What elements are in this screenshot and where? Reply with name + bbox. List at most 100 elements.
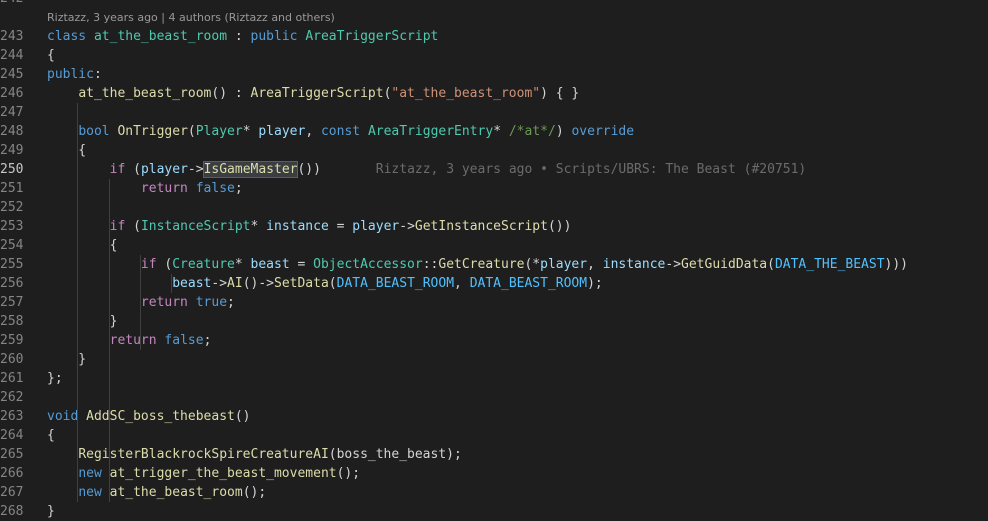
code-token: *: [250, 219, 267, 234]
code-line: 258 }: [0, 312, 988, 331]
code-token: DATA_BEAST_ROOM: [469, 276, 588, 291]
code-token: ()->: [242, 276, 274, 291]
line-number: 248: [0, 124, 24, 139]
code-line: 246 at_the_beast_room() : AreaTriggerScr…: [0, 84, 988, 103]
code-text[interactable]: bool OnTrigger(Player* player, const Are…: [47, 122, 634, 141]
line-number: 263: [0, 409, 24, 424]
code-token: :: [227, 29, 251, 44]
code-line: 248 bool OnTrigger(Player* player, const…: [0, 122, 988, 141]
code-token: player: [352, 219, 400, 234]
code-editor[interactable]: 242 Riztazz, 3 years ago | 4 authors (Riz…: [0, 0, 988, 521]
code-token: ();: [242, 485, 267, 500]
code-token: {: [47, 238, 118, 253]
code-token: ;: [234, 181, 243, 196]
code-token: if: [109, 162, 126, 177]
code-token: instance: [266, 219, 329, 234]
code-text[interactable]: if (Creature* beast = ObjectAccessor::Ge…: [47, 255, 908, 274]
code-text[interactable]: return false;: [47, 331, 212, 350]
code-line: 252: [0, 198, 988, 217]
code-token: bool: [78, 124, 118, 139]
code-text[interactable]: public:: [47, 65, 102, 84]
code-token: ();: [336, 466, 361, 481]
code-text[interactable]: }: [47, 502, 55, 521]
code-token: class: [47, 29, 94, 44]
code-token: const: [320, 124, 368, 139]
code-line: 260 }: [0, 350, 988, 369]
code-text[interactable]: beast->AI()->SetData(DATA_BEAST_ROOM, DA…: [47, 274, 603, 293]
code-line: 255 if (Creature* beast = ObjectAccessor…: [0, 255, 988, 274]
line-number: 266: [0, 466, 24, 481]
code-token: instance: [602, 257, 666, 272]
code-line: 257 return true;: [0, 293, 988, 312]
line-number: 253: [0, 219, 24, 234]
code-text[interactable]: class at_the_beast_room : public AreaTri…: [47, 27, 438, 46]
code-line: 262: [0, 388, 988, 407]
indent-guide: [77, 103, 79, 502]
code-text[interactable]: new at_trigger_the_beast_movement();: [47, 464, 360, 483]
line-number: 260: [0, 352, 24, 367]
code-token: :: [93, 67, 102, 82]
code-token: Creature: [172, 257, 235, 272]
code-text[interactable]: };: [47, 369, 63, 388]
code-token: (: [125, 162, 141, 177]
line-number: 265: [0, 447, 24, 462]
code-token: () :: [211, 86, 251, 101]
line-number: 255: [0, 257, 24, 272]
codelens-text[interactable]: Riztazz, 3 years ago | 4 authors (Riztaz…: [47, 8, 335, 27]
code-text[interactable]: {: [47, 426, 55, 445]
code-text[interactable]: at_the_beast_room() : AreaTriggerScript(…: [47, 84, 579, 103]
code-token: ->: [211, 276, 228, 291]
code-line: 266 new at_trigger_the_beast_movement();: [0, 464, 988, 483]
line-number: 242: [0, 0, 23, 8]
code-token: ;: [203, 333, 212, 348]
code-token: ))): [884, 257, 909, 272]
code-line: 249 {: [0, 141, 988, 160]
code-token: ->: [399, 219, 415, 234]
code-token: false: [164, 333, 204, 348]
code-token: );: [587, 276, 603, 291]
code-token: ): [555, 124, 572, 139]
code-text[interactable]: if (InstanceScript* instance = player->G…: [47, 217, 572, 236]
line-number: 257: [0, 295, 24, 310]
code-token: GetGuidData: [681, 257, 768, 272]
code-token: OnTrigger: [117, 124, 188, 139]
code-text[interactable]: {: [47, 141, 86, 160]
code-token: return: [140, 181, 196, 196]
code-line: 267 new at_the_beast_room();: [0, 483, 988, 502]
code-line: 261};: [0, 369, 988, 388]
code-token: }: [47, 314, 118, 329]
code-token: ObjectAccessor: [313, 257, 423, 272]
code-line: 245 public:: [0, 65, 988, 84]
code-token: at_trigger_the_beast_movement: [109, 466, 337, 481]
code-token: new: [78, 485, 110, 500]
code-token: }: [47, 504, 55, 519]
code-token: void: [47, 409, 87, 424]
line-number: 267: [0, 485, 24, 500]
line-number: 254: [0, 238, 24, 253]
code-token: if: [140, 257, 157, 272]
code-token: beast: [250, 257, 290, 272]
code-token: boss_the_beast: [336, 447, 447, 462]
code-line: 265 RegisterBlackrockSpireCreatureAI(bos…: [0, 445, 988, 464]
code-text[interactable]: new at_the_beast_room();: [47, 483, 266, 502]
line-number: 258: [0, 314, 24, 329]
code-text[interactable]: }: [47, 350, 86, 369]
code-token: RegisterBlackrockSpireCreatureAI: [78, 447, 329, 462]
code-token: ()): [547, 219, 572, 234]
code-token: };: [47, 371, 63, 386]
code-token: *: [234, 257, 251, 272]
code-token: at_the_beast_room: [109, 485, 243, 500]
line-number: 259: [0, 333, 24, 348]
code-text[interactable]: {: [47, 46, 55, 65]
code-token: new: [78, 466, 110, 481]
code-token: DATA_BEAST_ROOM: [336, 276, 455, 291]
code-line: 268}: [0, 502, 988, 521]
code-text[interactable]: {: [47, 236, 118, 255]
code-text[interactable]: }: [47, 312, 118, 331]
code-token: player: [140, 162, 188, 177]
code-token: ()): [297, 162, 321, 177]
code-text[interactable]: if (player->IsGameMaster()) Riztazz, 3 y…: [47, 160, 806, 179]
